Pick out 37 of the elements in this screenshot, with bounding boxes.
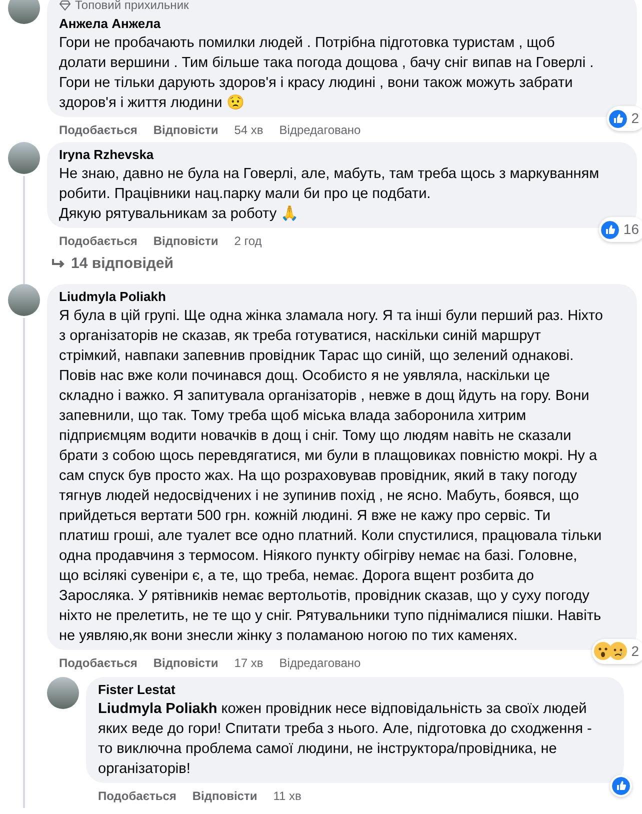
author-name[interactable]: Liudmyla Poliakh — [59, 288, 625, 306]
author-name[interactable]: Iryna Rzhevska — [59, 146, 625, 164]
crying-face-icon — [609, 642, 628, 660]
timestamp[interactable]: 2 год — [234, 233, 262, 249]
comment-text: Гори не пробачають помилки людей . Потрібна підготовка туристам , щоб долати вершини . Тим більше така погода дощова , бачу сніг випав на Говерлі . Гори не тільки дарують здоров'я і красу людині , вони також можуть забрати здоров'я і життя людини 😟 — [59, 34, 595, 113]
like-link[interactable]: Подобається — [59, 122, 138, 138]
avatar-photo[interactable] — [8, 284, 40, 316]
edited-label: Відредаговано — [279, 122, 361, 138]
timestamp[interactable]: 11 хв — [273, 788, 302, 804]
reaction-count[interactable]: 2 — [592, 638, 642, 664]
avatar-photo[interactable] — [8, 142, 40, 174]
top-fan-label: Топовий прихильник — [75, 0, 189, 14]
thumbs-up-icon — [601, 220, 620, 238]
like-link[interactable]: Подобається — [98, 788, 176, 804]
edited-label: Відредаговано — [279, 654, 361, 670]
reply-link[interactable]: Відповісти — [153, 654, 218, 670]
reply-arrow-icon — [51, 258, 65, 270]
reaction-count[interactable] — [610, 774, 632, 796]
thumbs-up-icon — [609, 110, 628, 128]
thumbs-up-icon — [612, 776, 630, 794]
reaction-count[interactable]: 16 — [599, 217, 642, 242]
diamond-icon — [59, 0, 71, 10]
reply-link[interactable]: Відповісти — [153, 233, 218, 249]
timestamp[interactable]: 17 хв — [234, 654, 264, 670]
avatar-photo[interactable] — [47, 676, 79, 708]
avatar-photo[interactable] — [8, 0, 40, 24]
author-name[interactable]: Fister Lestat — [98, 680, 612, 698]
like-link[interactable]: Подобається — [59, 233, 138, 249]
reaction-count[interactable]: 2 — [607, 106, 642, 131]
comment-text: Liudmyla Poliakh кожен провідник несе відповідальність за своїх людей яких веде до гори! Спитати треба з нього. Але, підготовка до сходження - то виключна проблема самої людини, не інструктора/провідника, не організаторів! — [98, 700, 593, 778]
reply-link[interactable]: Відповісти — [153, 122, 218, 138]
timestamp[interactable]: 54 хв — [234, 122, 264, 138]
like-link[interactable]: Подобається — [59, 654, 138, 670]
comment-text: Не знаю, давно не була на Говерлі, але, мабуть, там треба щось з маркуванням робити. Працівники нац.парку мали би про це подбати. Дякую рятувальникам за роботу 🙏 — [59, 165, 600, 224]
reply-link[interactable]: Відповісти — [192, 788, 258, 804]
view-replies-link[interactable]: 14 відповідей — [47, 253, 174, 284]
author-name[interactable]: Анжела Анжела — [59, 15, 625, 33]
